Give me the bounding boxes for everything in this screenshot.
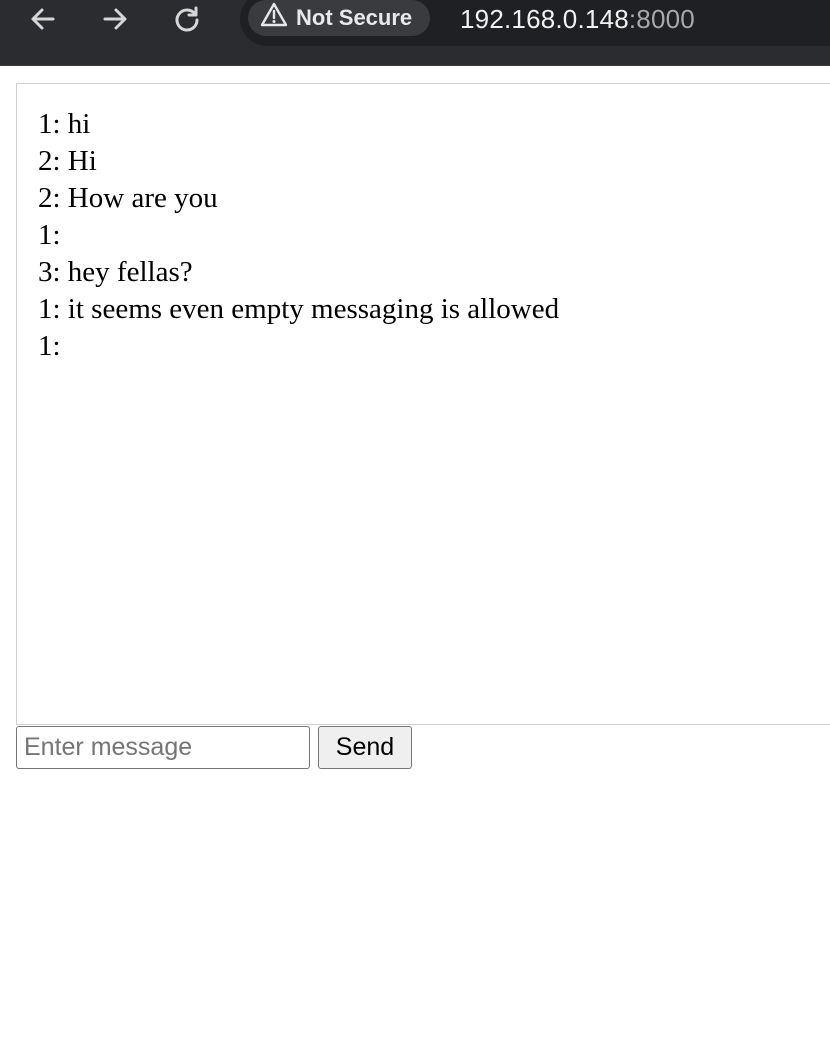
url-port: :8000: [628, 4, 695, 34]
chat-message: 1:: [38, 219, 68, 251]
chat-message: 2: Hi: [38, 145, 97, 177]
send-button[interactable]: Send: [318, 726, 412, 769]
chat-message: 1: hi: [38, 108, 91, 140]
message-input[interactable]: [16, 726, 310, 769]
chat-message: 1:: [38, 330, 68, 362]
chat-message: 1: it seems even empty messaging is allo…: [38, 293, 560, 325]
reload-icon[interactable]: [170, 2, 204, 36]
warning-triangle-icon: [260, 2, 288, 34]
url-text[interactable]: 192.168.0.148:8000: [460, 4, 695, 35]
browser-toolbar: Not Secure 192.168.0.148:8000: [0, 0, 830, 66]
arrow-left-icon[interactable]: [26, 2, 60, 36]
chat-message: 2: How are you: [38, 182, 218, 214]
security-indicator[interactable]: Not Secure: [248, 0, 431, 36]
address-bar[interactable]: Not Secure 192.168.0.148:8000: [240, 0, 830, 46]
chat-log: 1: hi 2: Hi 2: How are you 1: 3: hey fel…: [16, 83, 830, 725]
arrow-right-icon[interactable]: [98, 2, 132, 36]
security-label: Not Secure: [296, 5, 413, 30]
url-host: 192.168.0.148: [460, 4, 629, 34]
chat-message: 3: hey fellas?: [38, 256, 193, 288]
